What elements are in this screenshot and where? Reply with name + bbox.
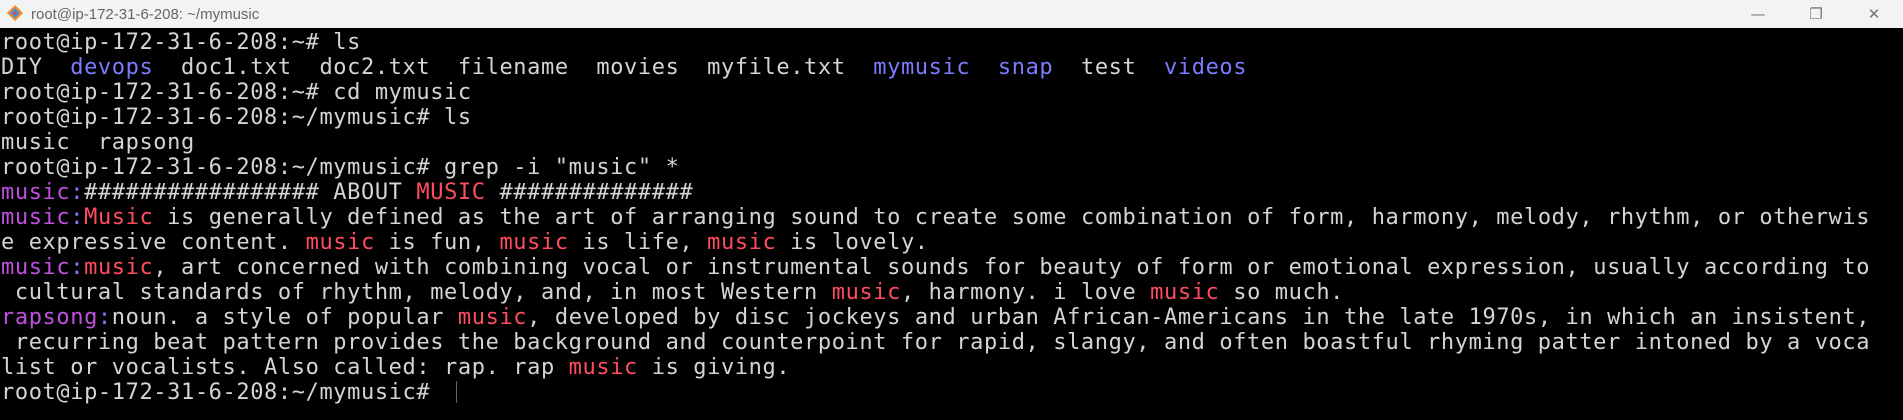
match-highlight: music: [831, 280, 901, 305]
terminal-line: root@ip-172-31-6-208:~/mymusic# grep -i …: [0, 155, 1903, 180]
title-bar: root@ip-172-31-6-208: ~/mymusic — ❐ ✕: [0, 0, 1903, 29]
maximize-button[interactable]: ❐: [1787, 0, 1845, 28]
match-filename: music: [1, 180, 71, 205]
terminal-text: root@ip-172-31-6-208:~/mymusic#: [1, 380, 445, 405]
match-filename: music: [1, 255, 71, 280]
match-highlight: music: [568, 355, 638, 380]
match-highlight: MUSIC: [416, 180, 486, 205]
terminal-text: recurring beat pattern provides the back…: [1, 330, 1871, 355]
terminal-text: music rapsong: [1, 130, 195, 155]
terminal-line: list or vocalists. Also called: rap. rap…: [0, 355, 1903, 380]
colored-text: devops: [70, 55, 154, 80]
terminal-text: so much.: [1219, 280, 1345, 305]
minimize-icon: —: [1750, 5, 1766, 23]
terminal-line: music:Music is generally defined as the …: [0, 205, 1903, 230]
terminal-line: music:music, art concerned with combinin…: [0, 255, 1903, 280]
match-highlight: music: [707, 230, 777, 255]
cursor: [444, 381, 458, 403]
colored-text: videos: [1164, 55, 1248, 80]
terminal-text: is giving.: [637, 355, 791, 380]
colored-text: :: [70, 205, 85, 230]
terminal-line: music rapsong: [0, 130, 1903, 155]
match-highlight: music: [457, 305, 528, 330]
terminal-text: list or vocalists. Also called: rap. rap: [1, 355, 569, 380]
terminal-line: DIY devops doc1.txt doc2.txt filename mo…: [0, 55, 1903, 80]
minimize-button[interactable]: —: [1729, 0, 1787, 28]
terminal-text: root@ip-172-31-6-208:~# ls: [1, 30, 361, 55]
terminal-line: music:################# ABOUT MUSIC ####…: [0, 180, 1903, 205]
close-icon: ✕: [1867, 5, 1881, 23]
match-highlight: music: [305, 230, 375, 255]
match-highlight: music: [1150, 280, 1220, 305]
terminal-line: rapsong:noun. a style of popular music, …: [0, 305, 1903, 330]
colored-text: :: [70, 180, 85, 205]
terminal-line: cultural standards of rhythm, melody, an…: [0, 280, 1903, 305]
terminal-text: , harmony. i love: [900, 280, 1151, 305]
terminal-text: root@ip-172-31-6-208:~/mymusic# grep -i …: [1, 155, 680, 180]
window-title: root@ip-172-31-6-208: ~/mymusic: [31, 5, 260, 23]
putty-icon: [7, 5, 23, 21]
terminal-line: root@ip-172-31-6-208:~# ls: [0, 30, 1903, 55]
terminal-text: noun. a style of popular: [111, 305, 458, 330]
terminal-text: root@ip-172-31-6-208:~/mymusic# ls: [1, 105, 472, 130]
terminal-text: is fun,: [374, 230, 500, 255]
terminal-text: is lovely.: [776, 230, 929, 255]
terminal-line: root@ip-172-31-6-208:~# cd mymusic: [0, 80, 1903, 105]
match-highlight: music: [84, 255, 154, 280]
colored-text: :: [97, 305, 112, 330]
match-filename: rapsong: [1, 305, 98, 330]
terminal-text: ##############: [485, 180, 694, 205]
terminal-line: e expressive content. music is fun, musi…: [0, 230, 1903, 255]
match-highlight: music: [499, 230, 569, 255]
terminal-text: , developed by disc jockeys and urban Af…: [527, 305, 1871, 330]
terminal-text: test: [1053, 55, 1165, 80]
close-button[interactable]: ✕: [1845, 0, 1903, 28]
maximize-icon: ❐: [1809, 5, 1823, 23]
terminal-output[interactable]: root@ip-172-31-6-208:~# ls DIY devops doc…: [0, 28, 1903, 420]
terminal-text: e expressive content.: [1, 230, 306, 255]
terminal-line: recurring beat pattern provides the back…: [0, 330, 1903, 355]
terminal-text: ################# ABOUT: [84, 180, 417, 205]
terminal-line: root@ip-172-31-6-208:~/mymusic# ls: [0, 105, 1903, 130]
terminal-text: cultural standards of rhythm, melody, an…: [1, 280, 832, 305]
match-filename: music: [1, 205, 71, 230]
terminal-text: doc1.txt doc2.txt filename movies myfile…: [153, 55, 874, 80]
terminal-line: root@ip-172-31-6-208:~/mymusic#: [0, 380, 1903, 405]
colored-text: mymusic: [873, 55, 971, 80]
terminal-text: , art concerned with combining vocal or …: [153, 255, 1871, 280]
colored-text: :: [70, 255, 85, 280]
terminal-text: DIY: [1, 55, 71, 80]
colored-text: snap: [997, 55, 1054, 80]
terminal-text: root@ip-172-31-6-208:~# cd mymusic: [1, 80, 472, 105]
window-controls: — ❐ ✕: [1729, 0, 1903, 28]
terminal-text: is life,: [568, 230, 708, 255]
match-highlight: Music: [84, 205, 154, 230]
terminal-text: is generally defined as the art of arran…: [153, 205, 1871, 230]
